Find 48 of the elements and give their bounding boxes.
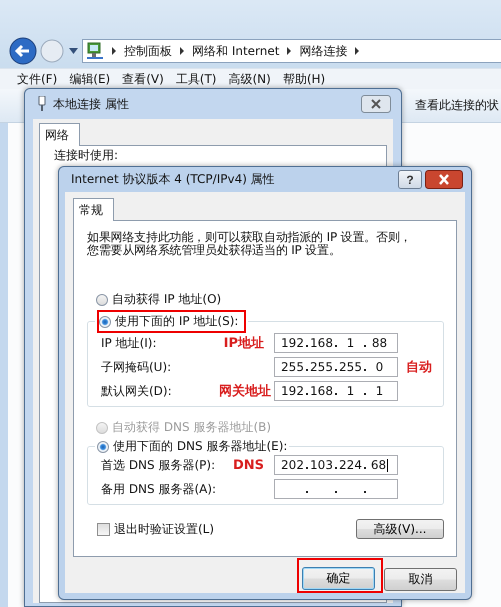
advanced-button[interactable]: 高级(V)... [356,519,444,539]
annotation-text: 网关地址 [219,382,269,400]
annotation-text: IP地址 [222,335,265,352]
chevron-icon[interactable] [180,47,184,55]
dropdown-caret-icon[interactable] [69,48,78,54]
tab[interactable]: 常规 [73,198,114,221]
annotation-text: 自动 [405,359,433,376]
annotation-text: DNS [232,458,265,472]
chevron-icon[interactable] [112,47,116,55]
menu-item[interactable]: 工具(T) [176,70,216,88]
ip-address-field[interactable]: 192 168 1 88 [274,333,398,353]
chevron-icon[interactable] [355,47,360,55]
description-text: 如果网络支持此功能，则可以获取自动指派的 IP 设置。否则， 您需要从网络系统管理员处获得适当的 IP 设置。 [87,231,412,257]
field-label: IP 地址(I): [101,334,158,352]
field-label: 连接时使用: [54,147,118,164]
breadcrumb-item[interactable]: 网络连接 [299,42,348,60]
window-title: 本地连接 属性 [53,96,130,112]
ok-button[interactable]: 确定 [302,567,375,590]
plug-icon [37,96,47,112]
checkbox[interactable]: 退出时验证设置(L) [97,520,214,538]
ip-address-field[interactable] [274,479,398,499]
menu-item[interactable]: 帮助(H) [282,70,326,88]
close-button[interactable] [361,95,391,113]
dialog-title: Internet 协议版本 4 (TCP/IPv4) 属性 [71,171,276,188]
address-bar[interactable]: 控制面板 网络和 Internet 网络连接 [82,39,501,63]
field-label: 备用 DNS 服务器(A): [101,480,218,498]
back-button[interactable] [8,36,38,66]
ip-address-field[interactable]: 192 168 1 1 [274,381,398,401]
toolbar-link[interactable]: 查看此连接的状 [415,97,499,114]
field-label: 首选 DNS 服务器(P): [101,456,216,474]
chevron-icon[interactable] [287,47,292,55]
field-label: 子网掩码(U): [101,358,172,376]
radio-button[interactable]: 使用下面的 DNS 服务器地址(E): [97,438,288,455]
menu-item[interactable]: 高级(N) [228,70,271,88]
cancel-button[interactable]: 取消 [384,568,457,591]
menu-item[interactable]: 文件(F) [17,70,58,88]
close-button[interactable] [425,170,463,189]
radio-button[interactable]: 使用下面的 IP 地址(S): [99,313,238,330]
ip-address-field[interactable]: 255 255 255 0 [274,357,398,377]
field-label: 默认网关(D): [101,382,173,400]
breadcrumb-item[interactable]: 控制面板 [124,42,172,60]
tab[interactable]: 网络 [39,123,80,146]
ip-address-field[interactable]: 202 103 224 68 [274,455,398,475]
network-icon [86,42,104,60]
menu-item[interactable]: 编辑(E) [69,70,110,88]
breadcrumb-item[interactable]: 网络和 Internet [192,42,280,60]
menu-item[interactable]: 查看(V) [122,70,164,88]
help-button[interactable]: ? [398,170,422,189]
